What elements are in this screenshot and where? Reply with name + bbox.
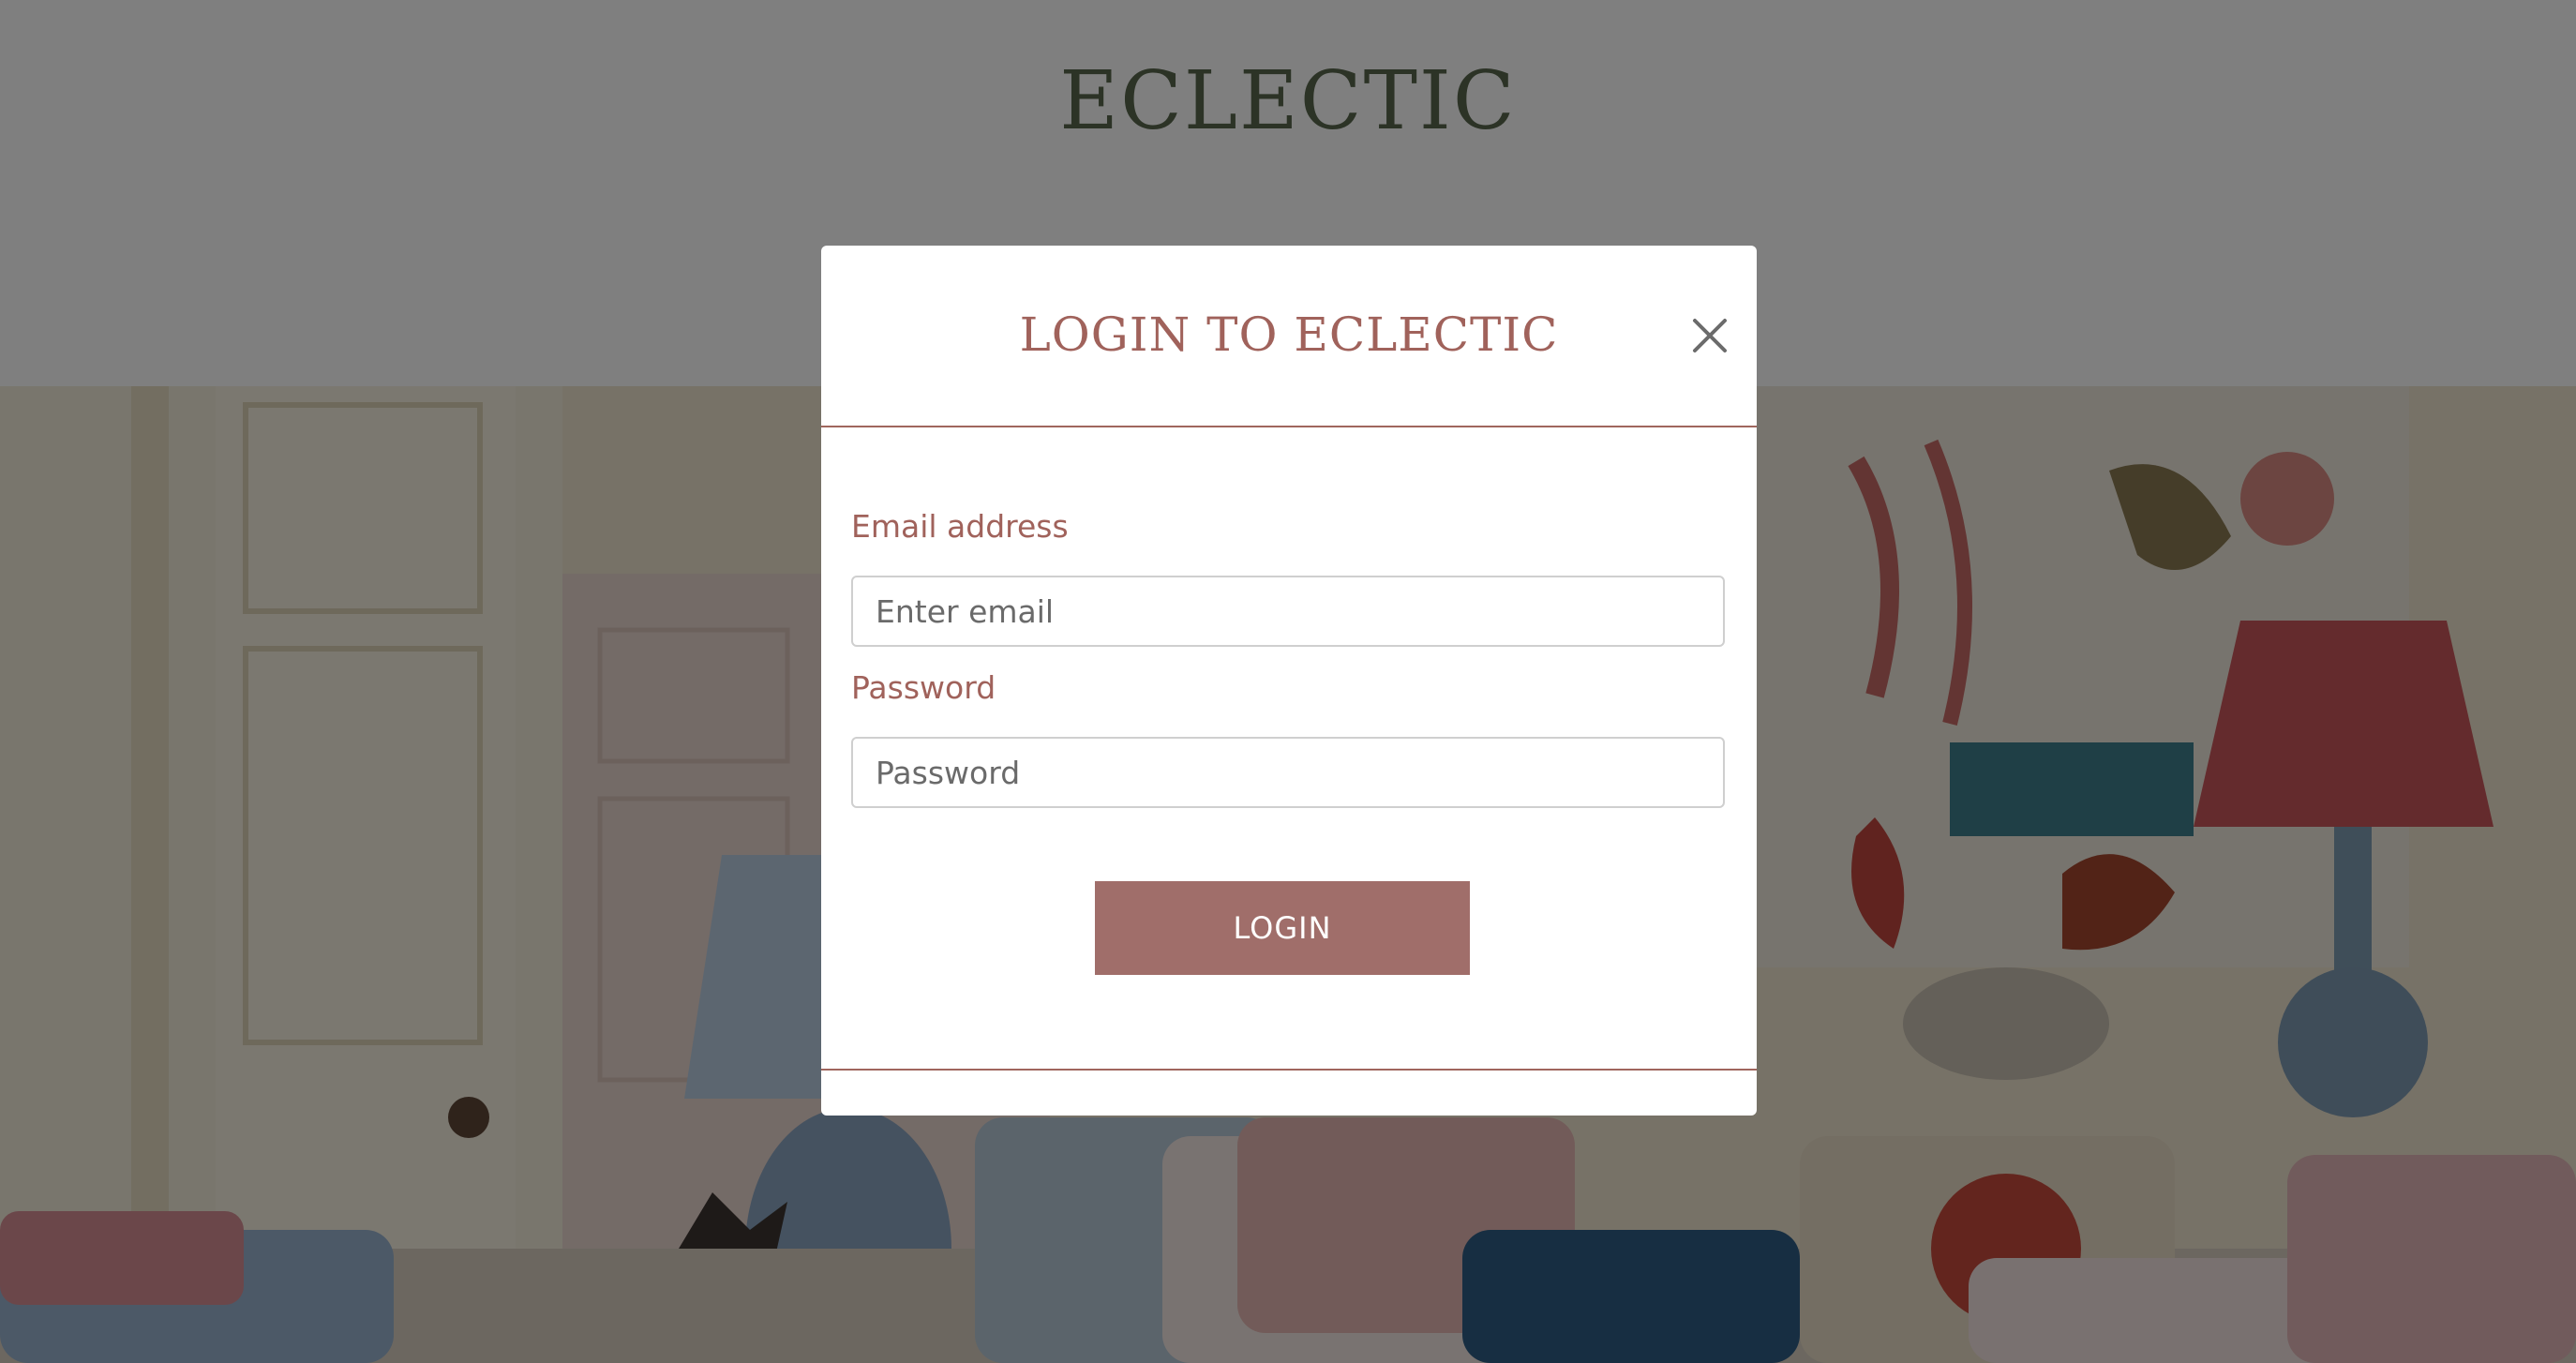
modal-title: LOGIN TO ECLECTIC [1019, 307, 1559, 362]
login-modal: LOGIN TO ECLECTIC Email address Password… [821, 246, 1757, 1116]
email-field[interactable] [851, 576, 1725, 647]
close-button[interactable] [1685, 311, 1734, 360]
login-button[interactable]: LOGIN [1095, 881, 1470, 975]
password-field[interactable] [851, 737, 1725, 808]
password-label: Password [851, 669, 996, 706]
email-label: Email address [851, 508, 1069, 545]
modal-header: LOGIN TO ECLECTIC [821, 246, 1757, 427]
modal-footer [821, 1069, 1757, 1116]
close-icon [1693, 319, 1727, 352]
